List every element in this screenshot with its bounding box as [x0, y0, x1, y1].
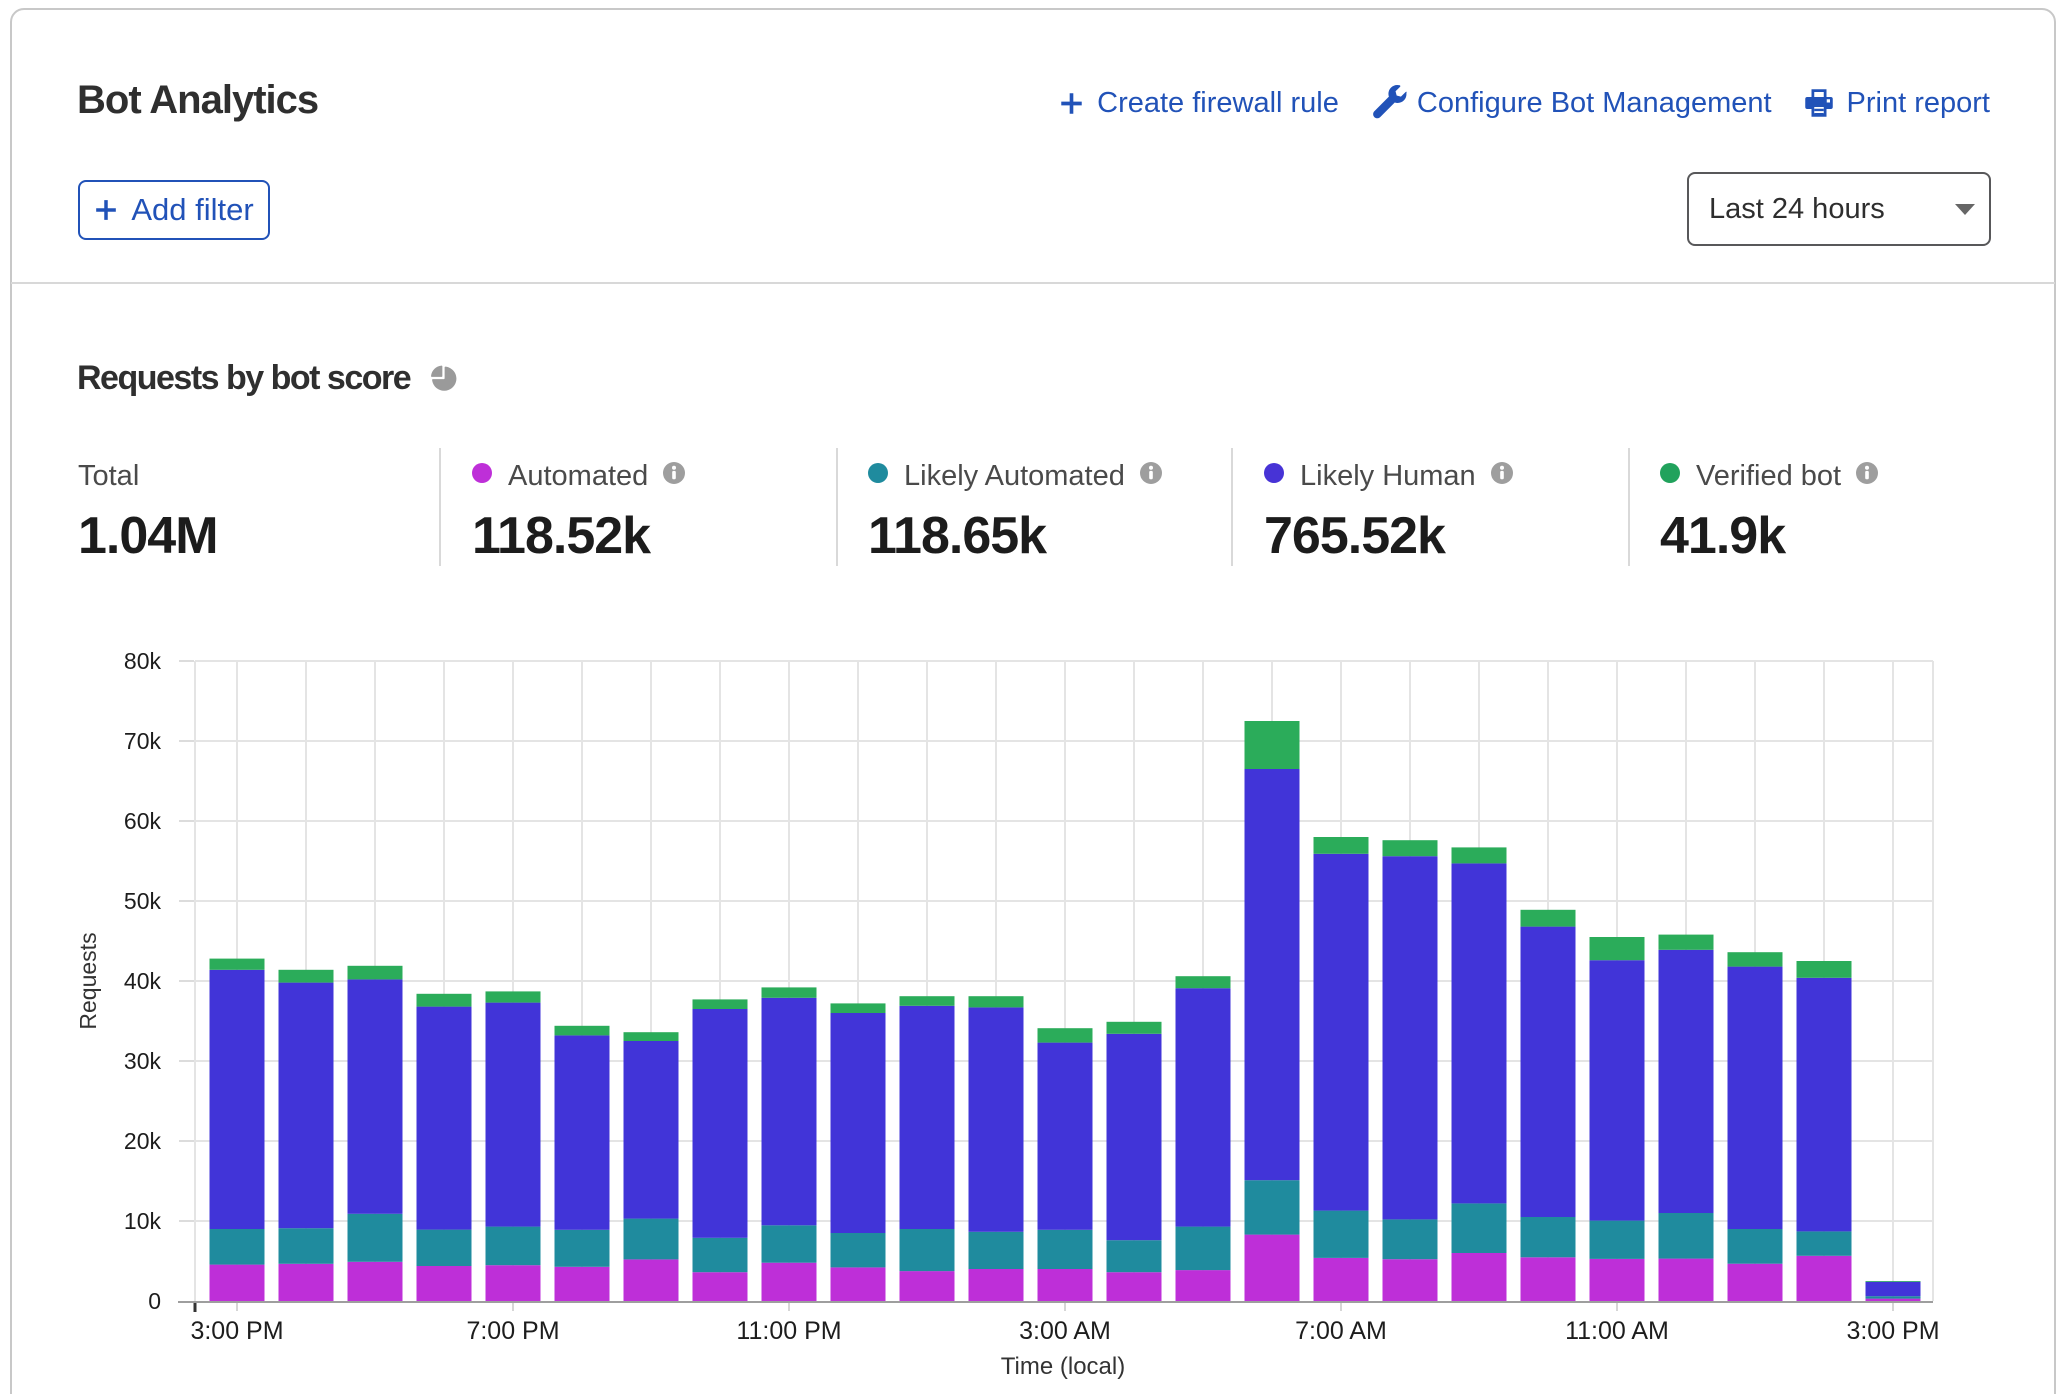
svg-text:3:00 PM: 3:00 PM	[190, 1317, 283, 1345]
svg-text:Time (local): Time (local)	[1001, 1353, 1125, 1380]
svg-text:3:00 AM: 3:00 AM	[1019, 1317, 1111, 1345]
svg-text:Requests: Requests	[75, 932, 101, 1029]
svg-text:11:00 PM: 11:00 PM	[736, 1317, 841, 1345]
svg-text:3:00 PM: 3:00 PM	[1846, 1317, 1939, 1345]
svg-text:20k: 20k	[124, 1128, 162, 1154]
svg-text:60k: 60k	[124, 808, 162, 834]
svg-text:50k: 50k	[124, 888, 162, 914]
svg-text:70k: 70k	[124, 728, 162, 754]
svg-text:7:00 PM: 7:00 PM	[466, 1317, 559, 1345]
svg-text:40k: 40k	[124, 968, 162, 994]
svg-text:80k: 80k	[124, 648, 162, 674]
svg-text:0: 0	[148, 1288, 161, 1314]
svg-text:7:00 AM: 7:00 AM	[1295, 1317, 1387, 1345]
svg-text:10k: 10k	[124, 1208, 162, 1234]
svg-text:11:00 AM: 11:00 AM	[1565, 1317, 1669, 1345]
svg-text:30k: 30k	[124, 1048, 162, 1074]
